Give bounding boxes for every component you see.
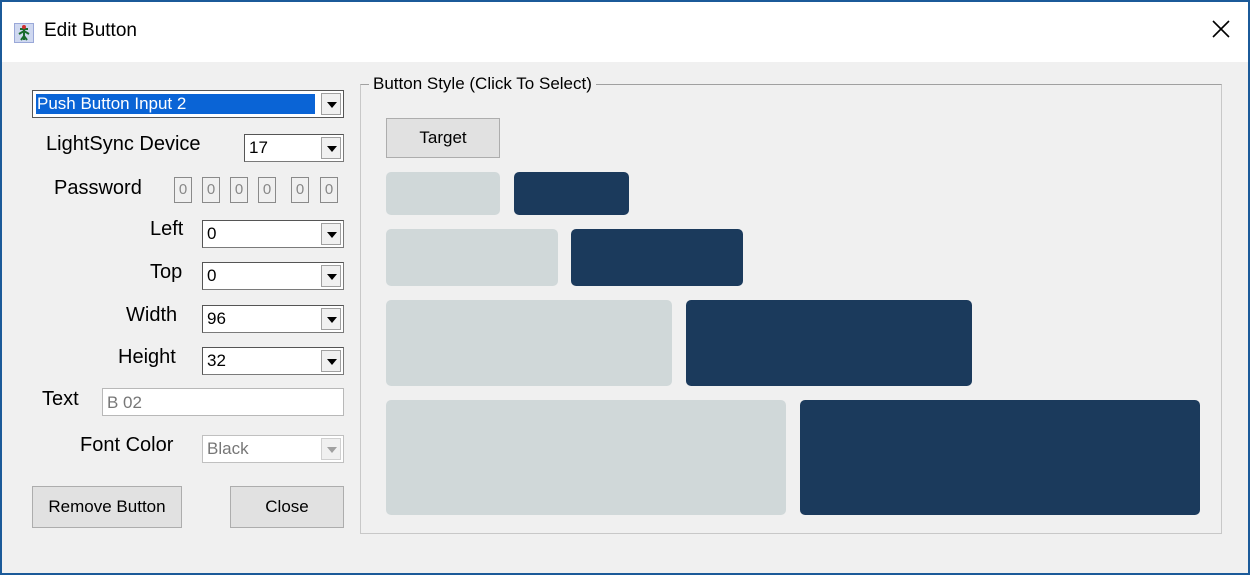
text-input-value: B 02 <box>107 393 142 412</box>
left-value: 0 <box>207 224 217 243</box>
chevron-down-icon[interactable] <box>321 223 341 245</box>
password-digit-4[interactable]: 0 <box>258 177 276 203</box>
width-select[interactable]: 96 <box>202 305 344 333</box>
style-light-small[interactable] <box>386 172 500 215</box>
chevron-down-icon[interactable] <box>321 265 341 287</box>
chevron-down-icon[interactable] <box>321 308 341 330</box>
height-select[interactable]: 32 <box>202 347 344 375</box>
password-label: Password <box>54 177 142 199</box>
left-select[interactable]: 0 <box>202 220 344 248</box>
chevron-down-icon[interactable] <box>321 350 341 372</box>
app-icon <box>14 23 34 43</box>
close-icon[interactable] <box>1208 16 1234 42</box>
chevron-down-icon[interactable] <box>321 438 341 460</box>
input-select-value: Push Button Input 2 <box>37 94 187 113</box>
style-dark-small[interactable] <box>514 172 629 215</box>
button-style-legend: Button Style (Click To Select) <box>373 74 592 93</box>
style-light-xlarge[interactable] <box>386 400 786 515</box>
style-light-large[interactable] <box>386 300 672 386</box>
style-dark-xlarge[interactable] <box>800 400 1200 515</box>
text-label: Text <box>42 388 79 410</box>
password-digit-6[interactable]: 0 <box>320 177 338 203</box>
style-dark-large[interactable] <box>686 300 972 386</box>
top-select[interactable]: 0 <box>202 262 344 290</box>
device-select[interactable]: 17 <box>244 134 344 162</box>
style-dark-medium[interactable] <box>571 229 743 286</box>
left-label: Left <box>150 218 184 240</box>
chevron-down-icon[interactable] <box>321 137 341 159</box>
password-digit-3[interactable]: 0 <box>230 177 248 203</box>
top-label: Top <box>150 261 183 283</box>
password-digit-5[interactable]: 0 <box>291 177 309 203</box>
height-label: Height <box>118 346 176 368</box>
input-select[interactable]: Push Button Input 2 <box>32 90 344 118</box>
title-bar: Edit Button <box>2 2 1248 62</box>
text-input[interactable]: B 02 <box>102 388 344 416</box>
device-label: LightSync Device <box>46 133 201 155</box>
edit-button-dialog: Edit Button Push Button Input 2 LightSyn… <box>0 0 1250 575</box>
window-title: Edit Button <box>44 20 137 41</box>
close-button[interactable]: Close <box>230 486 344 528</box>
font-color-value: Black <box>207 439 249 458</box>
device-value: 17 <box>249 138 268 157</box>
width-label: Width <box>126 304 178 326</box>
remove-button[interactable]: Remove Button <box>32 486 182 528</box>
width-value: 96 <box>207 309 226 328</box>
font-color-select[interactable]: Black <box>202 435 344 463</box>
target-button[interactable]: Target <box>386 118 500 158</box>
chevron-down-icon[interactable] <box>321 93 341 115</box>
height-value: 32 <box>207 351 226 370</box>
password-digit-1[interactable]: 0 <box>174 177 192 203</box>
password-digit-2[interactable]: 0 <box>202 177 220 203</box>
font-color-label: Font Color <box>80 434 174 456</box>
top-value: 0 <box>207 266 217 285</box>
style-light-medium[interactable] <box>386 229 558 286</box>
